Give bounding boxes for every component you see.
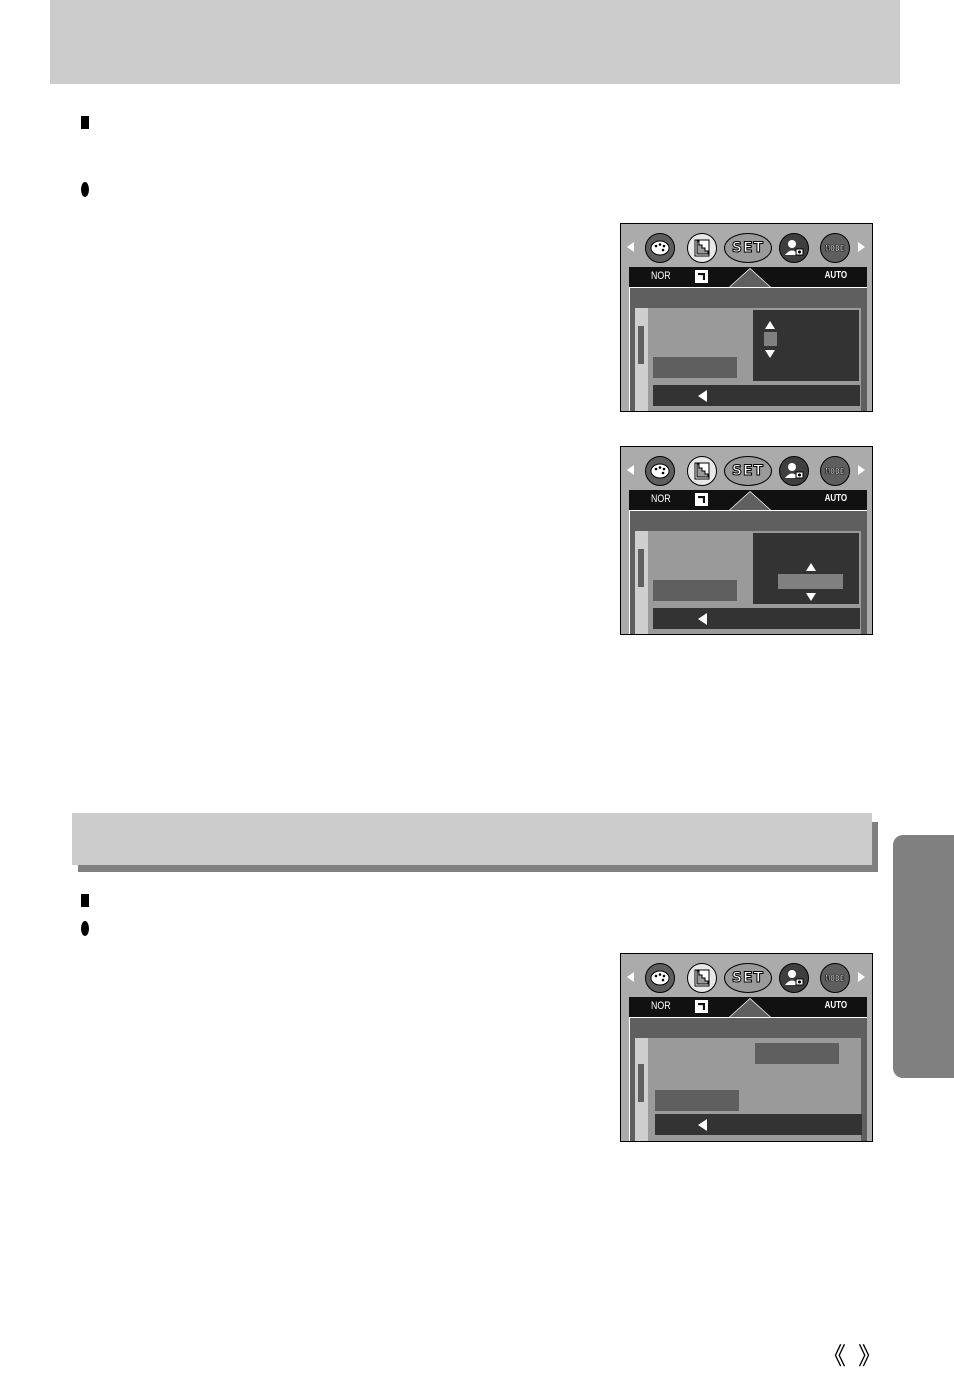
tab-notch [730,269,770,287]
square-bullet [81,894,89,907]
side-tab [893,835,954,1078]
mode-status: AUTO [824,493,847,504]
mode-status: AUTO [824,270,847,281]
value-slider[interactable] [764,332,777,346]
right-arrow-icon[interactable] [858,465,865,475]
prev-page-button[interactable]: 《 [822,1336,846,1371]
option-value[interactable] [755,1043,839,1064]
selected-menu-item[interactable] [653,357,737,378]
section-band [72,813,872,865]
right-arrow-icon[interactable] [858,972,865,982]
down-arrow-icon[interactable] [765,350,775,358]
palette-icon[interactable] [645,963,675,993]
back-bar[interactable] [653,608,860,629]
camera-screen-3: SET MODE NOR AUTO [620,953,873,1142]
mode-icon[interactable]: MODE [820,963,850,993]
camera-screen-1: SET MODE NOR AUTO [620,223,873,412]
value-field[interactable] [778,574,843,589]
up-arrow-icon[interactable] [765,321,775,329]
quality-status: NOR [651,270,671,282]
set-icon[interactable]: SET [724,233,772,263]
selected-menu-item[interactable] [655,1090,739,1111]
image-size-icon [695,493,708,506]
menu-icon-row: SET MODE [621,447,872,489]
back-arrow-icon[interactable] [698,613,707,625]
left-arrow-icon[interactable] [627,972,634,982]
menu-icon-row: SET MODE [621,954,872,996]
set-icon[interactable]: SET [724,456,772,486]
scrollbar-thumb[interactable] [638,1064,644,1102]
mode-icon[interactable]: MODE [820,233,850,263]
scrollbar-thumb[interactable] [638,326,644,364]
left-arrow-icon[interactable] [627,465,634,475]
palette-icon[interactable] [645,233,675,263]
back-arrow-icon[interactable] [698,1119,707,1131]
sharpness-icon[interactable] [687,963,717,993]
next-page-button[interactable]: 》 [858,1336,882,1371]
square-bullet [81,116,89,129]
mode-status: AUTO [824,1000,847,1011]
person-camera-icon[interactable] [779,233,809,263]
palette-icon[interactable] [645,456,675,486]
menu-icon-row: SET MODE [621,224,872,266]
tab-notch [730,999,770,1017]
quality-status: NOR [651,1000,671,1012]
selected-menu-item[interactable] [653,580,737,601]
person-camera-icon[interactable] [779,456,809,486]
down-arrow-icon[interactable] [806,593,816,601]
scrollbar-thumb[interactable] [638,549,644,587]
set-icon[interactable]: SET [724,963,772,993]
quality-status: NOR [651,493,671,505]
image-size-icon [695,270,708,283]
image-size-icon [695,1000,708,1013]
back-arrow-icon[interactable] [698,390,707,402]
right-arrow-icon[interactable] [858,242,865,252]
sharpness-icon[interactable] [687,233,717,263]
back-bar[interactable] [653,385,860,406]
camera-screen-2: SET MODE NOR AUTO [620,446,873,635]
header-band [50,0,900,84]
up-arrow-icon[interactable] [806,563,816,571]
left-arrow-icon[interactable] [627,242,634,252]
circle-bullet [81,921,89,936]
person-camera-icon[interactable] [779,963,809,993]
back-bar[interactable] [655,1114,862,1135]
tab-notch [730,492,770,510]
circle-bullet [81,182,89,197]
mode-icon[interactable]: MODE [820,456,850,486]
sharpness-icon[interactable] [687,456,717,486]
